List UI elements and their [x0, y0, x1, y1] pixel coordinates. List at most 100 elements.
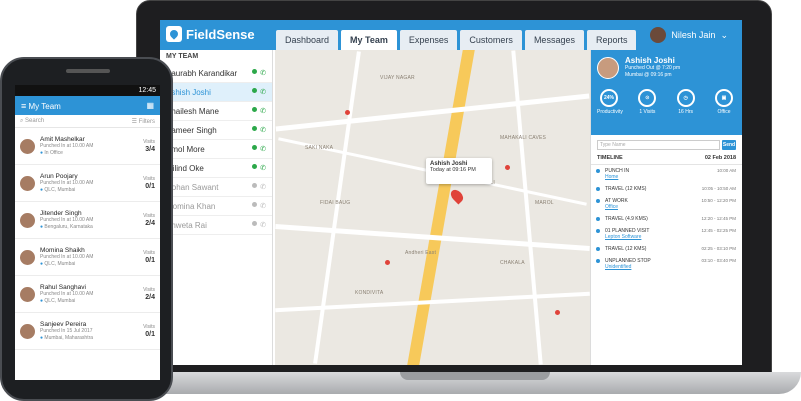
mobile-team-row[interactable]: Arun Poojary Punched In at 10.00 AM ● QL… — [15, 165, 160, 202]
stage: FieldSense Dashboard My Team Expenses Cu… — [0, 0, 801, 401]
poi-pin-icon — [345, 110, 350, 115]
tab-reports[interactable]: Reports — [586, 30, 637, 50]
avatar — [20, 323, 35, 339]
map-label: CHAKALA — [500, 260, 525, 266]
team-member-row[interactable]: Milind Oke ✆ — [160, 159, 272, 178]
mobile-team-row[interactable]: Sanjeev Pereira Punched In 15 Jul 2017 ●… — [15, 313, 160, 350]
visits-count: 0/1 — [145, 256, 155, 264]
team-member-row[interactable]: Saurabh Karandikar ✆ — [160, 64, 272, 83]
timeline-event[interactable]: UNPLANNED STOP Unidentified 03:10 - 03:40 … — [591, 255, 742, 273]
clock-icon: ◷ — [676, 89, 695, 107]
location-marker-icon[interactable] — [448, 187, 466, 205]
event-link[interactable]: Home — [605, 174, 629, 180]
event-link[interactable]: Office — [605, 204, 628, 210]
map-label: SAKI NAKA — [305, 145, 334, 151]
phone-icon[interactable]: ✆ — [260, 145, 266, 153]
mobile-search-row: ⌕ Search ☰ Filters — [15, 115, 160, 128]
phone-disabled-icon: ✆ — [260, 222, 266, 229]
event-link[interactable]: Unidentified — [605, 264, 651, 270]
phone-icon[interactable]: ✆ — [260, 88, 266, 96]
send-button[interactable]: Send — [722, 140, 736, 150]
timeline-event[interactable]: TRAVEL (4.9 KMS) 12:20 - 12:45 PM — [591, 213, 742, 225]
team-member-row[interactable]: Momina Khan ✆ — [160, 197, 272, 216]
event-time: 12:20 - 12:45 PM — [701, 216, 736, 221]
map-pin-icon: ● — [40, 260, 44, 267]
member-name: Rohan Sawant — [166, 182, 219, 192]
map-view[interactable]: GUNDAVALI FIDAI BAUG VIJAY NAGAR MAROL C… — [275, 50, 590, 365]
status-bar: 12:45 — [15, 85, 160, 96]
timeline-event[interactable]: TRAVEL (12 KMS) 02:25 - 03:10 PM — [591, 243, 742, 255]
punch-status: Punched In at 10.00 AM — [40, 142, 94, 149]
tab-my-team[interactable]: My Team — [341, 30, 397, 50]
visits-label: Visits — [143, 138, 155, 145]
phone-icon[interactable]: ✆ — [260, 164, 266, 172]
tab-messages[interactable]: Messages — [524, 30, 584, 50]
profile-stats: 24% Productivity ⊙ 1 Visits ◷ 16 Hrs ▣ Offic… — [597, 89, 736, 115]
search-icon: ⌕ — [20, 117, 24, 124]
timeline-event[interactable]: 01 PLANNED VISIT Lepton Software 12:45 - 0… — [591, 225, 742, 243]
visits-label: Visits — [143, 175, 155, 182]
mobile-team-row[interactable]: Jitender Singh Punched In at 10.00 AM ● … — [15, 202, 160, 239]
phone-frame: 12:45 ≡ My Team ▦ ⌕ Search ☰ Filters Ami… — [0, 57, 173, 401]
chevron-down-icon: ⌄ — [720, 29, 728, 40]
map-label: FIDAI BAUG — [320, 200, 351, 206]
visits-label: Visits — [143, 249, 155, 256]
stat-productivity: 24% Productivity — [597, 89, 623, 115]
tab-expenses[interactable]: Expenses — [399, 30, 458, 50]
event-title: TRAVEL (4.9 KMS) — [605, 216, 648, 222]
timeline-event[interactable]: AT WORK Office 10:50 - 12:20 PM — [591, 195, 742, 213]
phone-icon[interactable]: ✆ — [260, 126, 266, 134]
top-navigation-bar: FieldSense Dashboard My Team Expenses Cu… — [160, 20, 742, 50]
offline-status-icon — [252, 221, 258, 226]
person-location: QLC, Mumbai — [44, 260, 76, 267]
person-location: QLC, Mumbai — [44, 297, 76, 304]
event-link[interactable]: Lepton Software — [605, 234, 649, 240]
timeline-event[interactable]: PUNCH IN Home 10:00 AM — [591, 165, 742, 183]
person-name: Rahul Sanghavi — [40, 283, 86, 291]
phone-icon[interactable]: ✆ — [260, 107, 266, 115]
tab-customers[interactable]: Customers — [460, 30, 522, 50]
team-member-row[interactable]: Rohan Sawant ✆ — [160, 178, 272, 197]
online-status-icon — [252, 145, 258, 150]
team-member-row[interactable]: Shweta Rai ✆ — [160, 216, 272, 235]
team-member-row[interactable]: Ashish Joshi ✆ — [160, 83, 272, 102]
visits-count: 2/4 — [145, 219, 155, 227]
offline-status-icon — [252, 183, 258, 188]
highway-road — [407, 50, 475, 365]
fieldsense-logo[interactable]: FieldSense — [166, 26, 255, 42]
online-status-icon — [252, 69, 258, 74]
team-member-row[interactable]: Amol More ✆ — [160, 140, 272, 159]
person-name: Amit Mashelkar — [40, 135, 85, 143]
hamburger-menu-icon[interactable]: ≡ — [21, 101, 26, 111]
profile-status: Punched Out @ 7:20 pm — [625, 65, 681, 71]
grid-view-icon[interactable]: ▦ — [146, 101, 154, 110]
laptop-notch — [400, 372, 550, 380]
user-menu[interactable]: Nilesh Jain ⌄ — [650, 27, 728, 43]
tab-dashboard[interactable]: Dashboard — [276, 30, 339, 50]
filters-button[interactable]: ☰ Filters — [132, 118, 155, 125]
person-location: Bengaluru, Karnataka — [44, 223, 93, 230]
user-name: Nilesh Jain — [671, 30, 716, 40]
phone-speaker — [66, 69, 110, 73]
location-popup[interactable]: Ashish Joshi Today at 09:16 PM — [426, 158, 492, 184]
poi-pin-icon — [505, 165, 510, 170]
message-input[interactable]: Type Name — [597, 140, 720, 150]
online-status-icon — [252, 88, 258, 93]
person-name: Sanjeev Pereira — [40, 320, 87, 328]
mobile-team-row[interactable]: Amit Mashelkar Punched In at 10.00 AM ● … — [15, 128, 160, 165]
mobile-team-row[interactable]: Rahul Sanghavi Punched In at 10.00 AM ● … — [15, 276, 160, 313]
location-pin-icon — [166, 26, 182, 42]
mobile-search-input[interactable]: ⌕ Search — [20, 118, 44, 125]
map-label: Andheri East — [405, 250, 437, 256]
visits-count: 2/4 — [145, 293, 155, 301]
mobile-team-list: Amit Mashelkar Punched In at 10.00 AM ● … — [15, 128, 160, 350]
event-time: 10:50 - 12:20 PM — [701, 198, 736, 203]
phone-icon[interactable]: ✆ — [260, 69, 266, 77]
building-icon: ▣ — [714, 89, 733, 107]
person-location: QLC, Mumbai — [44, 186, 76, 193]
team-member-row[interactable]: Sameer Singh ✆ — [160, 121, 272, 140]
team-member-row[interactable]: Shailesh Mane ✆ — [160, 102, 272, 121]
visits-icon: ⊙ — [638, 89, 657, 107]
mobile-team-row[interactable]: Momina Shaikh Punched In at 10.00 AM ● Q… — [15, 239, 160, 276]
timeline-event[interactable]: TRAVEL (12 KMS) 10:05 - 10:50 AM — [591, 183, 742, 195]
